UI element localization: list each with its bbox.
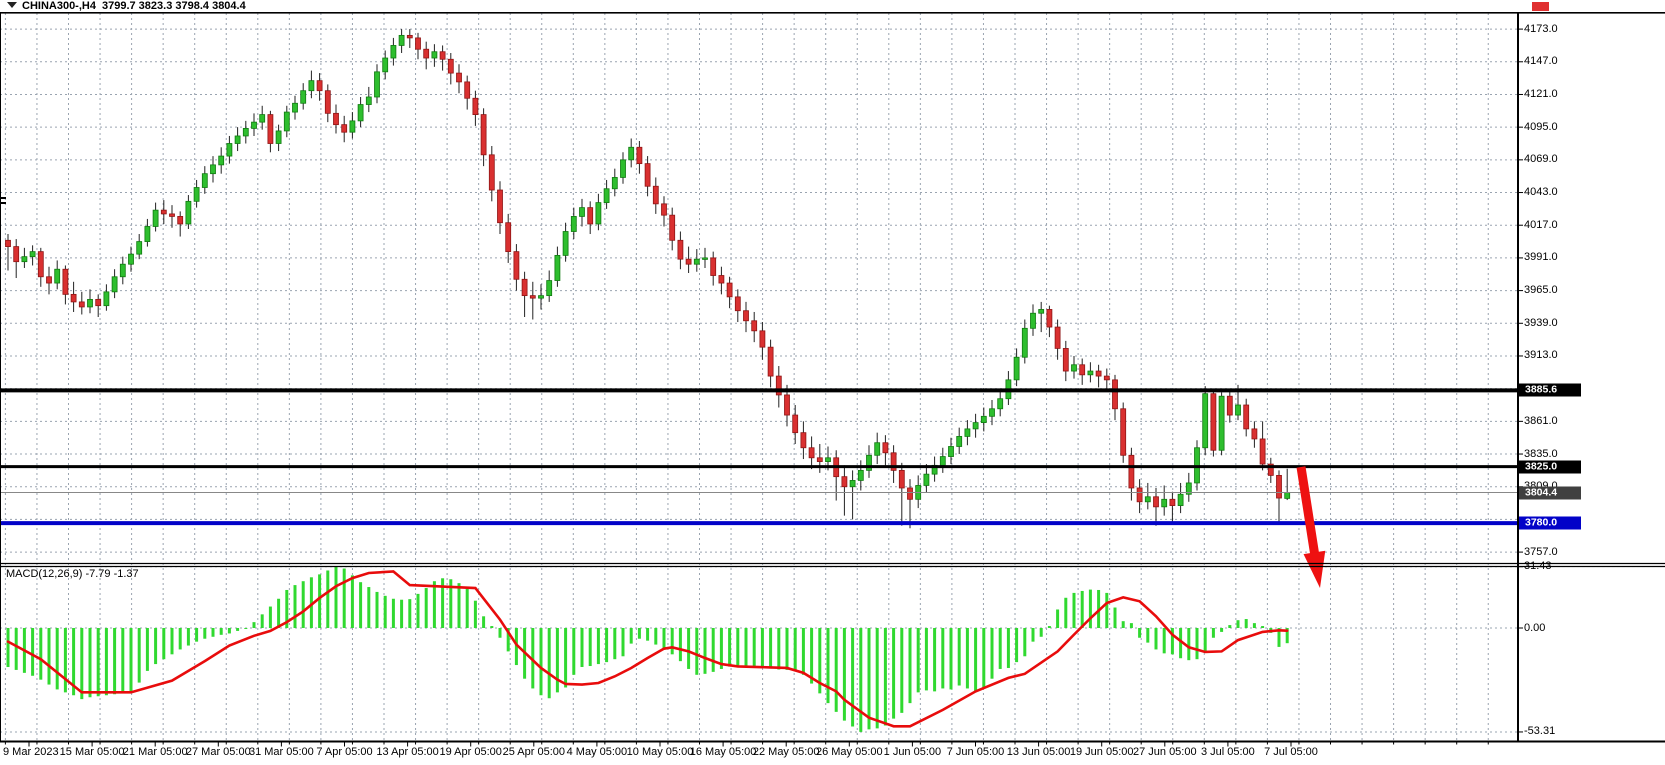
sell-arrow-head <box>1304 551 1326 588</box>
chart-canvas[interactable] <box>0 0 1665 765</box>
sell-arrow-shaft <box>1301 467 1315 556</box>
macd-signal-line <box>8 571 1287 726</box>
trading-chart-window: CHINA300-,H43799.7 3823.3 3798.4 3804.4 … <box>0 0 1665 765</box>
